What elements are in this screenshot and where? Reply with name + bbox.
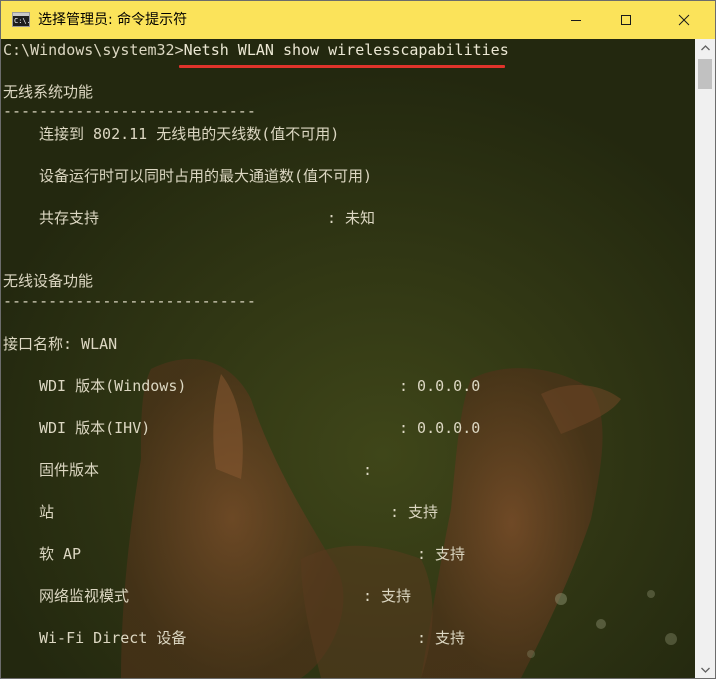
prompt-text: C:\Windows\system32> (3, 41, 184, 59)
console-area[interactable]: C:\Windows\system32>Netsh WLAN show wire… (1, 39, 715, 678)
maximize-icon (621, 15, 631, 25)
row-label-soft-ap: 软 AP (39, 545, 82, 563)
command-prompt-icon[interactable]: C:\. (12, 12, 30, 27)
row-value-station: : 支持 (390, 503, 439, 521)
scroll-thumb[interactable] (698, 59, 712, 89)
title-bar[interactable]: C:\. 选择管理员: 命令提示符 (1, 1, 715, 39)
scroll-down-button[interactable] (695, 661, 715, 678)
section-rule-device: ---------------------------- (3, 292, 256, 310)
console-output: C:\Windows\system32>Netsh WLAN show wire… (1, 39, 695, 678)
chevron-down-icon (700, 667, 710, 673)
vertical-scrollbar[interactable] (695, 39, 715, 678)
antennas-info: 连接到 802.11 无线电的天线数(值不可用) (39, 125, 340, 143)
section-title-system: 无线系统功能 (3, 83, 94, 101)
command-highlight-underline (179, 65, 505, 68)
row-value-wifi-direct: : 支持 (417, 629, 466, 647)
coexist-label: 共存支持 (39, 209, 100, 227)
row-label-wifi-direct: Wi-Fi Direct 设备 (39, 629, 187, 647)
cmd-window: C:\. 选择管理员: 命令提示符 C:\Windows\system32>Ne… (0, 0, 716, 679)
section-title-device: 无线设备功能 (3, 272, 94, 290)
row-value-wdi-windows: : 0.0.0.0 (399, 377, 481, 395)
command-line: C:\Windows\system32>Netsh WLAN show wire… (3, 40, 509, 60)
row-value-wdi-ihv: : 0.0.0.0 (399, 419, 481, 437)
row-label-station: 站 (39, 503, 55, 521)
window-title: 选择管理员: 命令提示符 (38, 12, 188, 28)
scroll-up-button[interactable] (695, 39, 715, 56)
close-button[interactable] (661, 1, 707, 39)
section-rule-system: ---------------------------- (3, 102, 256, 120)
row-value-monitor-mode: : 支持 (363, 587, 412, 605)
coexist-value: : 未知 (327, 209, 376, 227)
row-label-firmware: 固件版本 (39, 461, 100, 479)
minimize-button[interactable] (553, 1, 599, 39)
minimize-icon (571, 20, 581, 21)
command-text: Netsh WLAN show wirelesscapabilities (183, 41, 509, 59)
row-value-firmware: : (363, 461, 373, 479)
chevron-up-icon (700, 44, 710, 50)
row-label-monitor-mode: 网络监视模式 (39, 587, 130, 605)
row-label-wdi-ihv: WDI 版本(IHV) (39, 419, 151, 437)
channels-info: 设备运行时可以同时占用的最大通道数(值不可用) (39, 167, 373, 185)
row-value-soft-ap: : 支持 (417, 545, 466, 563)
maximize-button[interactable] (603, 1, 649, 39)
row-label-wdi-windows: WDI 版本(Windows) (39, 377, 187, 395)
close-icon (678, 14, 690, 26)
interface-name: 接口名称: WLAN (3, 335, 118, 353)
